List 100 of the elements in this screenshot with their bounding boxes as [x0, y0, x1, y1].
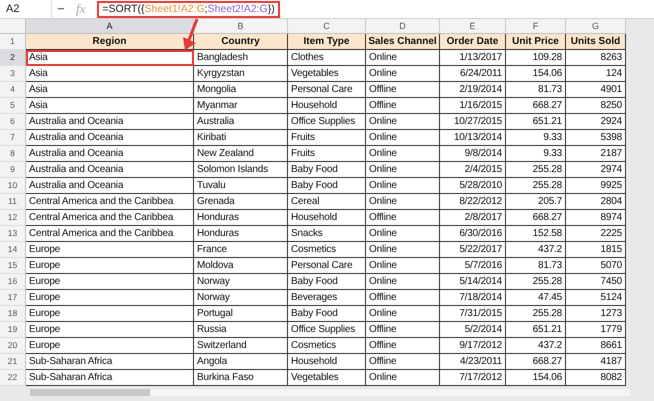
table-cell: Honduras	[194, 226, 288, 242]
column-header[interactable]: E	[440, 19, 506, 34]
table-cell: Central America and the Caribbea	[26, 210, 194, 226]
table-cell: Household	[288, 210, 366, 226]
select-all-corner[interactable]	[0, 19, 26, 34]
table-cell: Grenada	[194, 194, 288, 210]
table-cell: Europe	[26, 242, 194, 258]
table-cell: Offline	[366, 98, 440, 114]
table-cell: Asia	[26, 82, 194, 98]
table-cell: Europe	[26, 290, 194, 306]
table-cell: 8974	[566, 210, 626, 226]
table-cell: Office Supplies	[288, 322, 366, 338]
fx-label: fx	[76, 1, 86, 17]
table-cell: 4/23/2011	[440, 354, 506, 370]
table-cell: Online	[366, 162, 440, 178]
table-cell: 437.2	[506, 338, 566, 354]
table-cell: 5/14/2014	[440, 274, 506, 290]
row-header[interactable]: 9	[0, 162, 26, 178]
column-header[interactable]: G	[566, 19, 626, 34]
row-header[interactable]: 16	[0, 274, 26, 290]
column-header[interactable]: B	[194, 19, 288, 34]
row-header[interactable]: 4	[0, 82, 26, 98]
table-cell: New Zealand	[194, 146, 288, 162]
row-header[interactable]: 8	[0, 146, 26, 162]
table-cell: Online	[366, 226, 440, 242]
table-cell: Australia and Oceania	[26, 146, 194, 162]
table-cell: 2924	[566, 114, 626, 130]
row-header[interactable]: 18	[0, 306, 26, 322]
row-header[interactable]: 10	[0, 178, 26, 194]
table-cell: Bangladesh	[194, 50, 288, 66]
name-box[interactable]: A2	[0, 0, 52, 18]
table-cell: Australia and Oceania	[26, 130, 194, 146]
header-cell: Item Type	[288, 34, 366, 50]
column-header[interactable]: D	[366, 19, 440, 34]
table-cell: Europe	[26, 338, 194, 354]
table-cell: 651.21	[506, 114, 566, 130]
row-header[interactable]: 20	[0, 338, 26, 354]
table-cell: Europe	[26, 274, 194, 290]
row-header[interactable]: 22	[0, 370, 26, 386]
row-header[interactable]: 17	[0, 290, 26, 306]
table-cell: 124	[566, 66, 626, 82]
row-header[interactable]: 12	[0, 210, 26, 226]
row-header[interactable]: 1	[0, 34, 26, 50]
table-cell: Offline	[366, 82, 440, 98]
table-cell: 8661	[566, 338, 626, 354]
table-cell: Australia and Oceania	[26, 114, 194, 130]
table-cell: 5124	[566, 290, 626, 306]
column-header[interactable]: C	[288, 19, 366, 34]
table-cell: 1/13/2017	[440, 50, 506, 66]
table-cell: Cereal	[288, 194, 366, 210]
table-cell: Moldova	[194, 258, 288, 274]
table-cell: 9925	[566, 178, 626, 194]
table-cell: 2/8/2017	[440, 210, 506, 226]
row-header[interactable]: 11	[0, 194, 26, 210]
header-cell: Country	[194, 34, 288, 50]
header-cell: Order Date	[440, 34, 506, 50]
table-cell: Online	[366, 370, 440, 386]
row-header[interactable]: 19	[0, 322, 26, 338]
table-cell: 5/22/2017	[440, 242, 506, 258]
table-cell: Kiribati	[194, 130, 288, 146]
table-cell: Online	[366, 306, 440, 322]
row-header[interactable]: 3	[0, 66, 26, 82]
table-cell: 205.7	[506, 194, 566, 210]
table-cell: Personal Care	[288, 82, 366, 98]
row-header[interactable]: 15	[0, 258, 26, 274]
table-cell: 2187	[566, 146, 626, 162]
table-cell: Online	[366, 274, 440, 290]
column-header[interactable]: A	[26, 19, 194, 34]
table-cell: Personal Care	[288, 258, 366, 274]
table-cell: Office Supplies	[288, 114, 366, 130]
table-cell: Australia and Oceania	[26, 162, 194, 178]
row-header[interactable]: 13	[0, 226, 26, 242]
table-cell: Baby Food	[288, 162, 366, 178]
header-cell: Units Sold	[566, 34, 626, 50]
table-cell: Cosmetics	[288, 242, 366, 258]
table-cell: Offline	[366, 338, 440, 354]
table-cell: 2804	[566, 194, 626, 210]
table-cell: 154.06	[506, 370, 566, 386]
table-cell: Cosmetics	[288, 338, 366, 354]
table-cell: 255.28	[506, 178, 566, 194]
table-cell: 1273	[566, 306, 626, 322]
table-cell: Vegetables	[288, 66, 366, 82]
row-header[interactable]: 5	[0, 98, 26, 114]
table-cell: Online	[366, 242, 440, 258]
row-header[interactable]: 21	[0, 354, 26, 370]
row-header[interactable]: 6	[0, 114, 26, 130]
table-cell: Offline	[366, 290, 440, 306]
table-cell: Sub-Saharan Africa	[26, 354, 194, 370]
row-header[interactable]: 14	[0, 242, 26, 258]
row-header[interactable]: 2	[0, 50, 26, 66]
column-header[interactable]: F	[506, 19, 566, 34]
table-cell: 2974	[566, 162, 626, 178]
row-header[interactable]: 7	[0, 130, 26, 146]
table-cell: 2/4/2015	[440, 162, 506, 178]
table-cell: 668.27	[506, 98, 566, 114]
scrollbar[interactable]	[30, 389, 630, 396]
formula-field[interactable]: =SORT({Sheet1!A2:G;Sheet2!A2:G})	[97, 0, 280, 18]
caret-icon[interactable]	[58, 8, 64, 10]
table-cell: Portugal	[194, 306, 288, 322]
table-cell: 47.45	[506, 290, 566, 306]
